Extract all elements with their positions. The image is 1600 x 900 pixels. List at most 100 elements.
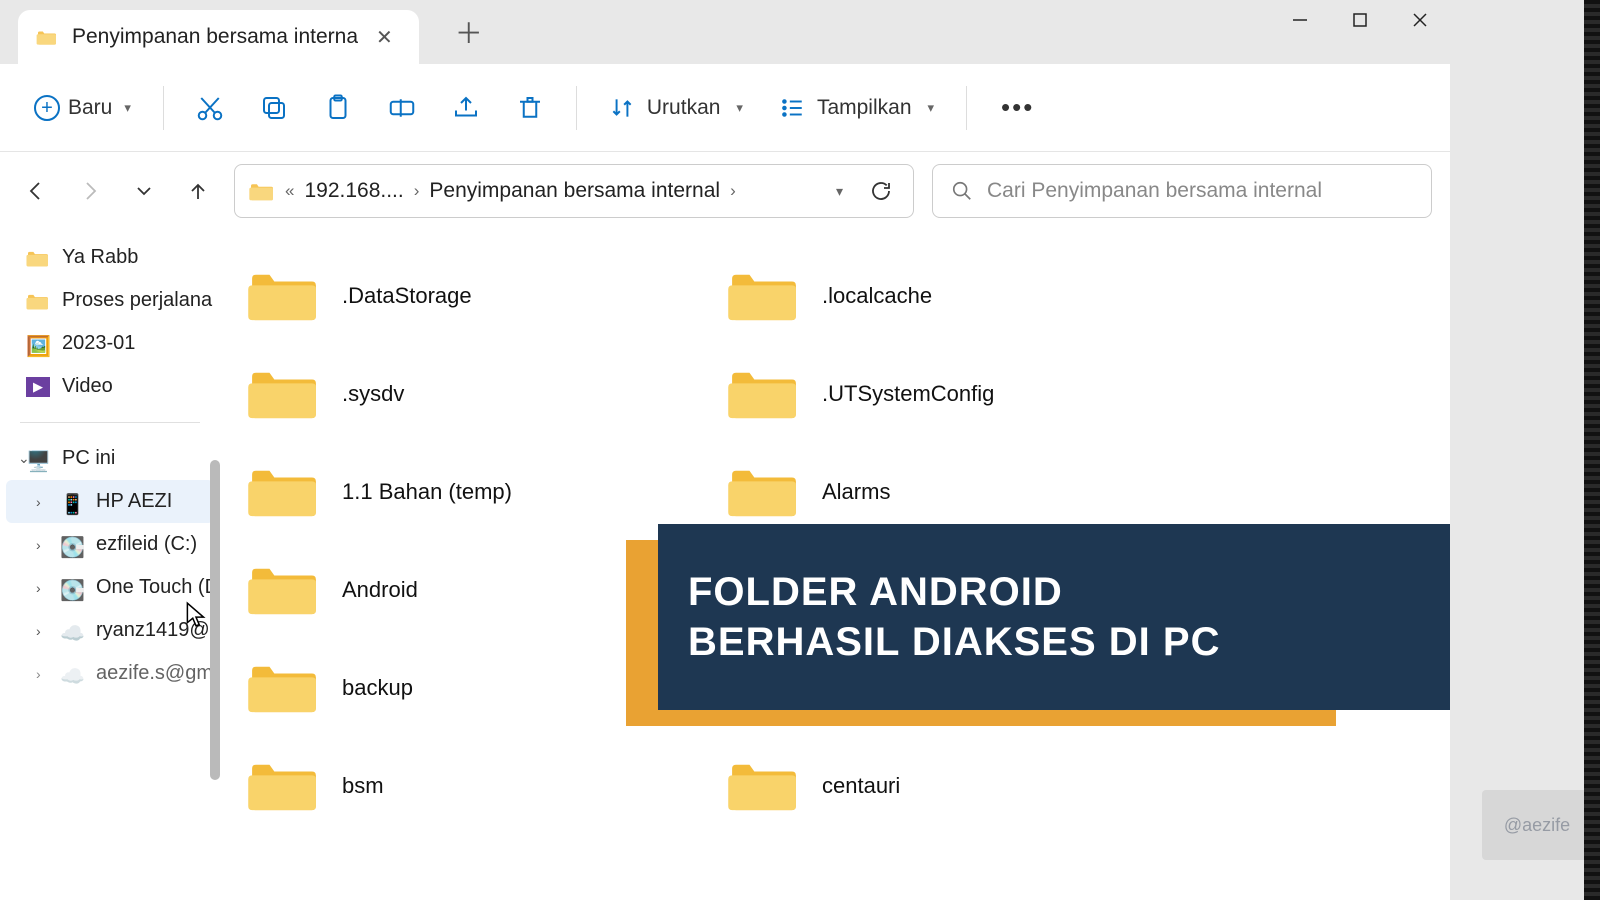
- folder-item[interactable]: centauri: [720, 738, 1160, 834]
- folder-item[interactable]: .UTSystemConfig: [720, 346, 1160, 442]
- folder-item[interactable]: Android: [240, 542, 680, 638]
- sidebar-item-label: ryanz1419@gm: [96, 619, 220, 642]
- folder-label: .sysdv: [342, 381, 404, 407]
- sidebar-item[interactable]: ▶Video: [0, 365, 220, 408]
- new-button[interactable]: + Baru ▾: [20, 87, 145, 129]
- folder-item[interactable]: .localcache: [720, 248, 1160, 344]
- folder-icon: [248, 463, 320, 521]
- separator: [163, 86, 164, 130]
- folder-item[interactable]: backup: [240, 640, 680, 736]
- folder-icon: [728, 463, 800, 521]
- paste-button[interactable]: [310, 80, 366, 136]
- sidebar-item-device[interactable]: ›☁️aezife.s@gmai: [0, 652, 220, 695]
- close-tab-button[interactable]: ✕: [368, 21, 401, 54]
- chevron-down-icon: ⌄: [18, 450, 30, 467]
- phone-icon: 📱: [60, 492, 84, 512]
- sidebar-item-label: Video: [62, 375, 113, 398]
- cut-button[interactable]: [182, 80, 238, 136]
- folder-icon: [728, 757, 800, 815]
- share-button[interactable]: [438, 80, 494, 136]
- chevron-down-icon: ▾: [124, 100, 131, 116]
- folder-icon: [248, 365, 320, 423]
- more-button[interactable]: •••: [985, 84, 1050, 131]
- search-input[interactable]: [987, 179, 1413, 203]
- folder-label: centauri: [822, 773, 900, 799]
- pictures-icon: 🖼️: [26, 334, 50, 354]
- view-button[interactable]: Tampilkan ▾: [765, 87, 948, 129]
- scrollbar-thumb[interactable]: [210, 460, 220, 780]
- breadcrumb-current[interactable]: Penyimpanan bersama internal: [429, 179, 720, 203]
- chevron-right-icon: ›: [36, 623, 41, 639]
- folder-item[interactable]: 1.1 Bahan (temp): [240, 444, 680, 540]
- new-tab-button[interactable]: ＋: [437, 0, 501, 64]
- caption-line2: BERHASIL DIAKSES DI PC: [688, 617, 1450, 667]
- search-box[interactable]: [932, 164, 1432, 218]
- chevron-right-icon: ›: [36, 666, 41, 682]
- sidebar-item-label: PC ini: [62, 447, 115, 470]
- sidebar-item-label: HP AEZI: [96, 490, 172, 513]
- chevron-right-icon: ›: [414, 181, 420, 201]
- rename-button[interactable]: [374, 80, 430, 136]
- sidebar-item[interactable]: Proses perjalana: [0, 279, 220, 322]
- folder-icon: [36, 28, 58, 46]
- sidebar-item-device[interactable]: ›📱HP AEZI: [6, 480, 214, 523]
- view-icon: [779, 95, 805, 121]
- chevron-down-icon: ▾: [736, 100, 743, 116]
- folder-icon: [248, 659, 320, 717]
- forward-button[interactable]: [72, 173, 108, 209]
- delete-button[interactable]: [502, 80, 558, 136]
- chevron-right-icon: ›: [36, 537, 41, 553]
- chevron-right-icon: ›: [36, 580, 41, 596]
- folder-icon: [26, 291, 50, 311]
- sidebar-item-label: aezife.s@gmai: [96, 662, 220, 685]
- edge-strip: [1584, 0, 1600, 900]
- divider: [20, 422, 200, 423]
- sidebar-item-device[interactable]: ›💽One Touch (D:): [0, 566, 220, 609]
- folder-label: .UTSystemConfig: [822, 381, 994, 407]
- sidebar-item-label: Ya Rabb: [62, 246, 138, 269]
- watermark: @aezife: [1482, 790, 1592, 860]
- sidebar: Ya Rabb Proses perjalana 🖼️2023-01 ▶Vide…: [0, 230, 220, 900]
- breadcrumb-root[interactable]: 192.168....: [304, 179, 403, 203]
- sort-button[interactable]: Urutkan ▾: [595, 87, 757, 129]
- copy-button[interactable]: [246, 80, 302, 136]
- folder-label: backup: [342, 675, 413, 701]
- sidebar-item[interactable]: Ya Rabb: [0, 236, 220, 279]
- drive-icon: 💽: [60, 578, 84, 598]
- sidebar-item-device[interactable]: › ☁️ ryanz1419@gm: [0, 609, 220, 652]
- close-window-button[interactable]: [1390, 0, 1450, 40]
- minimize-button[interactable]: [1270, 0, 1330, 40]
- sidebar-item-pc[interactable]: ⌄🖥️PC ini: [0, 437, 220, 480]
- up-button[interactable]: [180, 173, 216, 209]
- folder-label: bsm: [342, 773, 384, 799]
- folder-item[interactable]: .DataStorage: [240, 248, 680, 344]
- folder-label: .localcache: [822, 283, 932, 309]
- sidebar-item[interactable]: 🖼️2023-01: [0, 322, 220, 365]
- caption-line1: FOLDER ANDROID: [688, 567, 1450, 617]
- folder-icon: [728, 365, 800, 423]
- folder-label: Android: [342, 577, 418, 603]
- folder-label: Alarms: [822, 479, 890, 505]
- search-icon: [951, 180, 973, 202]
- tab-active[interactable]: Penyimpanan bersama interna ✕: [18, 10, 419, 64]
- sort-icon: [609, 95, 635, 121]
- breadcrumb[interactable]: « 192.168.... › Penyimpanan bersama inte…: [234, 164, 914, 218]
- recent-button[interactable]: [126, 173, 162, 209]
- folder-icon: [249, 180, 275, 202]
- sidebar-item-device[interactable]: ›💽ezfileid (C:): [0, 523, 220, 566]
- sidebar-item-label: ezfileid (C:): [96, 533, 197, 556]
- cloud-icon: ☁️: [60, 621, 84, 641]
- breadcrumb-overflow: «: [285, 181, 294, 201]
- folder-item[interactable]: bsm: [240, 738, 680, 834]
- folder-icon: [248, 561, 320, 619]
- window-controls: [1270, 0, 1450, 40]
- folder-label: 1.1 Bahan (temp): [342, 479, 512, 505]
- view-label: Tampilkan: [817, 96, 912, 120]
- breadcrumb-dropdown[interactable]: ▾: [836, 183, 843, 200]
- refresh-button[interactable]: [869, 179, 893, 203]
- back-button[interactable]: [18, 173, 54, 209]
- folder-item[interactable]: .sysdv: [240, 346, 680, 442]
- plus-circle-icon: +: [34, 95, 60, 121]
- maximize-button[interactable]: [1330, 0, 1390, 40]
- folder-icon: [248, 757, 320, 815]
